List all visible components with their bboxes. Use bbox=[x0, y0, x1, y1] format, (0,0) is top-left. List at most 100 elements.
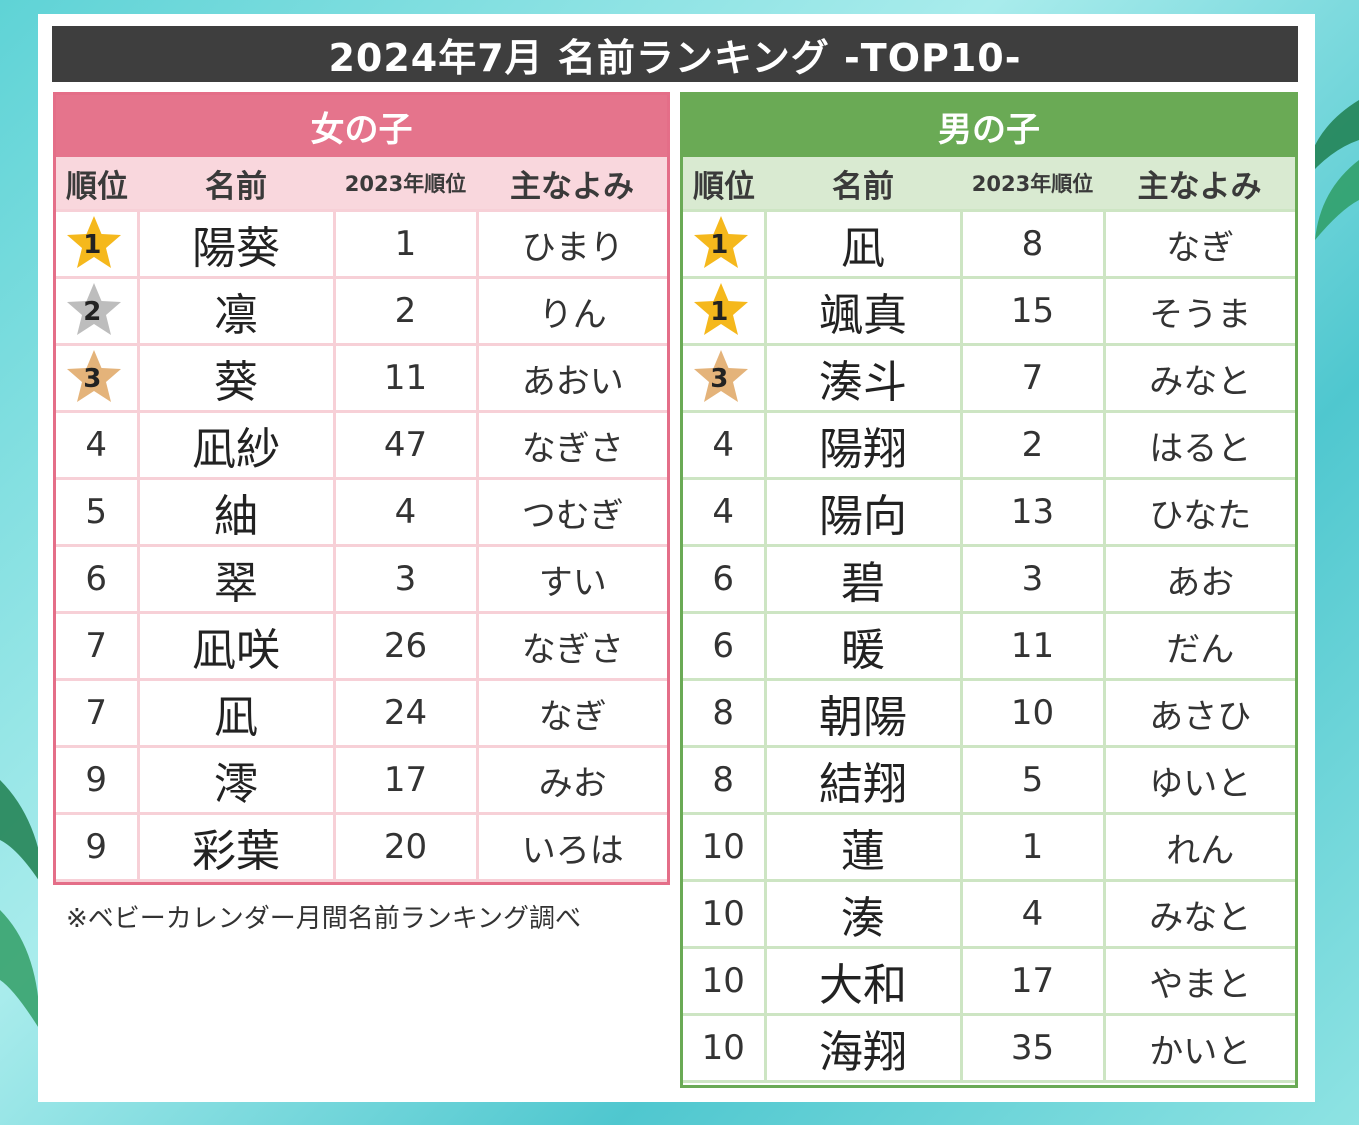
header-name: 名前 bbox=[138, 157, 334, 211]
reading-cell: すい bbox=[475, 544, 667, 614]
header-prev-rank: 2023年順位 bbox=[334, 157, 477, 211]
rank-cell: 3 bbox=[56, 343, 140, 413]
table-row: 3 葵 11 あおい bbox=[56, 343, 667, 413]
table-header-row: 順位 名前 2023年順位 主なよみ bbox=[56, 157, 667, 211]
reading-cell: はると bbox=[1102, 410, 1295, 480]
name-cell: 彩葉 bbox=[136, 812, 336, 882]
prev-rank-cell: 3 bbox=[332, 544, 479, 614]
reading-cell: ひまり bbox=[475, 209, 667, 279]
rank-cell: 3 bbox=[683, 343, 767, 413]
table-row: 4 陽翔 2 はると bbox=[683, 410, 1295, 480]
prev-rank-cell: 13 bbox=[959, 477, 1106, 547]
prev-rank-cell: 47 bbox=[332, 410, 479, 480]
name-cell: 陽葵 bbox=[136, 209, 336, 279]
reading-cell: やまと bbox=[1102, 946, 1295, 1016]
prev-rank-cell: 7 bbox=[959, 343, 1106, 413]
name-cell: 陽向 bbox=[763, 477, 963, 547]
source-note: ※ベビーカレンダー月間名前ランキング調べ bbox=[66, 904, 582, 934]
rank-cell: 9 bbox=[56, 812, 140, 882]
table-row: 1 颯真 15 そうま bbox=[683, 276, 1295, 346]
name-cell: 陽翔 bbox=[763, 410, 963, 480]
boys-ranking-table: 順位 名前 2023年順位 主なよみ 1 凪 8 なぎ 1 颯真 15 そうま 3 湊斗 7 みなと 4… bbox=[683, 157, 1295, 1083]
table-row: 10 海翔 35 かいと bbox=[683, 1013, 1295, 1083]
table-row: 9 澪 17 みお bbox=[56, 745, 667, 815]
table-row: 6 碧 3 あお bbox=[683, 544, 1295, 614]
name-cell: 凪 bbox=[763, 209, 963, 279]
name-cell: 朝陽 bbox=[763, 678, 963, 748]
name-cell: 凪咲 bbox=[136, 611, 336, 681]
reading-cell: そうま bbox=[1102, 276, 1295, 346]
reading-cell: なぎ bbox=[1102, 209, 1295, 279]
gold-star-medal-icon: 1 bbox=[64, 213, 128, 275]
name-cell: 蓮 bbox=[763, 812, 963, 882]
prev-rank-cell: 11 bbox=[959, 611, 1106, 681]
prev-rank-cell: 4 bbox=[332, 477, 479, 547]
rank-number: 1 bbox=[710, 230, 729, 260]
reading-cell: あさひ bbox=[1102, 678, 1295, 748]
rank-number: 2 bbox=[83, 297, 102, 327]
rank-number: 1 bbox=[83, 230, 102, 260]
boys-panel-title: 男の子 bbox=[683, 95, 1295, 157]
reading-cell: あおい bbox=[475, 343, 667, 413]
name-cell: 葵 bbox=[136, 343, 336, 413]
header-rank: 順位 bbox=[683, 157, 765, 211]
rank-cell: 4 bbox=[683, 410, 767, 480]
table-row: 3 湊斗 7 みなと bbox=[683, 343, 1295, 413]
reading-cell: れん bbox=[1102, 812, 1295, 882]
rank-number: 3 bbox=[83, 364, 102, 394]
name-cell: 暖 bbox=[763, 611, 963, 681]
reading-cell: ゆいと bbox=[1102, 745, 1295, 815]
rank-cell: 6 bbox=[56, 544, 140, 614]
name-cell: 湊 bbox=[763, 879, 963, 949]
rank-cell: 8 bbox=[683, 678, 767, 748]
prev-rank-cell: 10 bbox=[959, 678, 1106, 748]
rank-cell: 8 bbox=[683, 745, 767, 815]
prev-rank-cell: 11 bbox=[332, 343, 479, 413]
reading-cell: つむぎ bbox=[475, 477, 667, 547]
reading-cell: だん bbox=[1102, 611, 1295, 681]
name-cell: 海翔 bbox=[763, 1013, 963, 1083]
table-row: 7 凪咲 26 なぎさ bbox=[56, 611, 667, 681]
prev-rank-cell: 4 bbox=[959, 879, 1106, 949]
header-prev-rank: 2023年順位 bbox=[961, 157, 1104, 211]
table-row: 10 湊 4 みなと bbox=[683, 879, 1295, 949]
reading-cell: みなと bbox=[1102, 343, 1295, 413]
reading-cell: なぎさ bbox=[475, 410, 667, 480]
prev-rank-cell: 8 bbox=[959, 209, 1106, 279]
table-row: 4 凪紗 47 なぎさ bbox=[56, 410, 667, 480]
rank-number: 3 bbox=[710, 364, 729, 394]
table-row: 10 大和 17 やまと bbox=[683, 946, 1295, 1016]
rank-cell: 7 bbox=[56, 678, 140, 748]
table-row: 5 紬 4 つむぎ bbox=[56, 477, 667, 547]
name-cell: 大和 bbox=[763, 946, 963, 1016]
table-row: 4 陽向 13 ひなた bbox=[683, 477, 1295, 547]
silver-star-medal-icon: 2 bbox=[64, 280, 128, 342]
prev-rank-cell: 5 bbox=[959, 745, 1106, 815]
prev-rank-cell: 3 bbox=[959, 544, 1106, 614]
name-cell: 凛 bbox=[136, 276, 336, 346]
rank-cell: 6 bbox=[683, 611, 767, 681]
prev-rank-cell: 15 bbox=[959, 276, 1106, 346]
reading-cell: なぎ bbox=[475, 678, 667, 748]
rank-cell: 9 bbox=[56, 745, 140, 815]
name-cell: 紬 bbox=[136, 477, 336, 547]
table-row: 1 凪 8 なぎ bbox=[683, 209, 1295, 279]
table-row: 8 朝陽 10 あさひ bbox=[683, 678, 1295, 748]
table-row: 10 蓮 1 れん bbox=[683, 812, 1295, 882]
rank-cell: 5 bbox=[56, 477, 140, 547]
prev-rank-cell: 2 bbox=[332, 276, 479, 346]
reading-cell: みなと bbox=[1102, 879, 1295, 949]
bronze-star-medal-icon: 3 bbox=[64, 347, 128, 409]
gold-star-medal-icon: 1 bbox=[691, 213, 755, 275]
rank-cell: 10 bbox=[683, 812, 767, 882]
page-title: 2024年7月 名前ランキング -TOP10- bbox=[52, 26, 1298, 82]
table-header-row: 順位 名前 2023年順位 主なよみ bbox=[683, 157, 1295, 211]
boys-ranking-panel: 男の子 順位 名前 2023年順位 主なよみ 1 凪 8 なぎ 1 颯真 15 そうま 3 湊斗 7… bbox=[680, 92, 1298, 1088]
girls-panel-title: 女の子 bbox=[56, 95, 667, 157]
rank-cell: 1 bbox=[683, 209, 767, 279]
reading-cell: なぎさ bbox=[475, 611, 667, 681]
rank-cell: 10 bbox=[683, 1013, 767, 1083]
reading-cell: りん bbox=[475, 276, 667, 346]
prev-rank-cell: 17 bbox=[332, 745, 479, 815]
rank-cell: 4 bbox=[56, 410, 140, 480]
